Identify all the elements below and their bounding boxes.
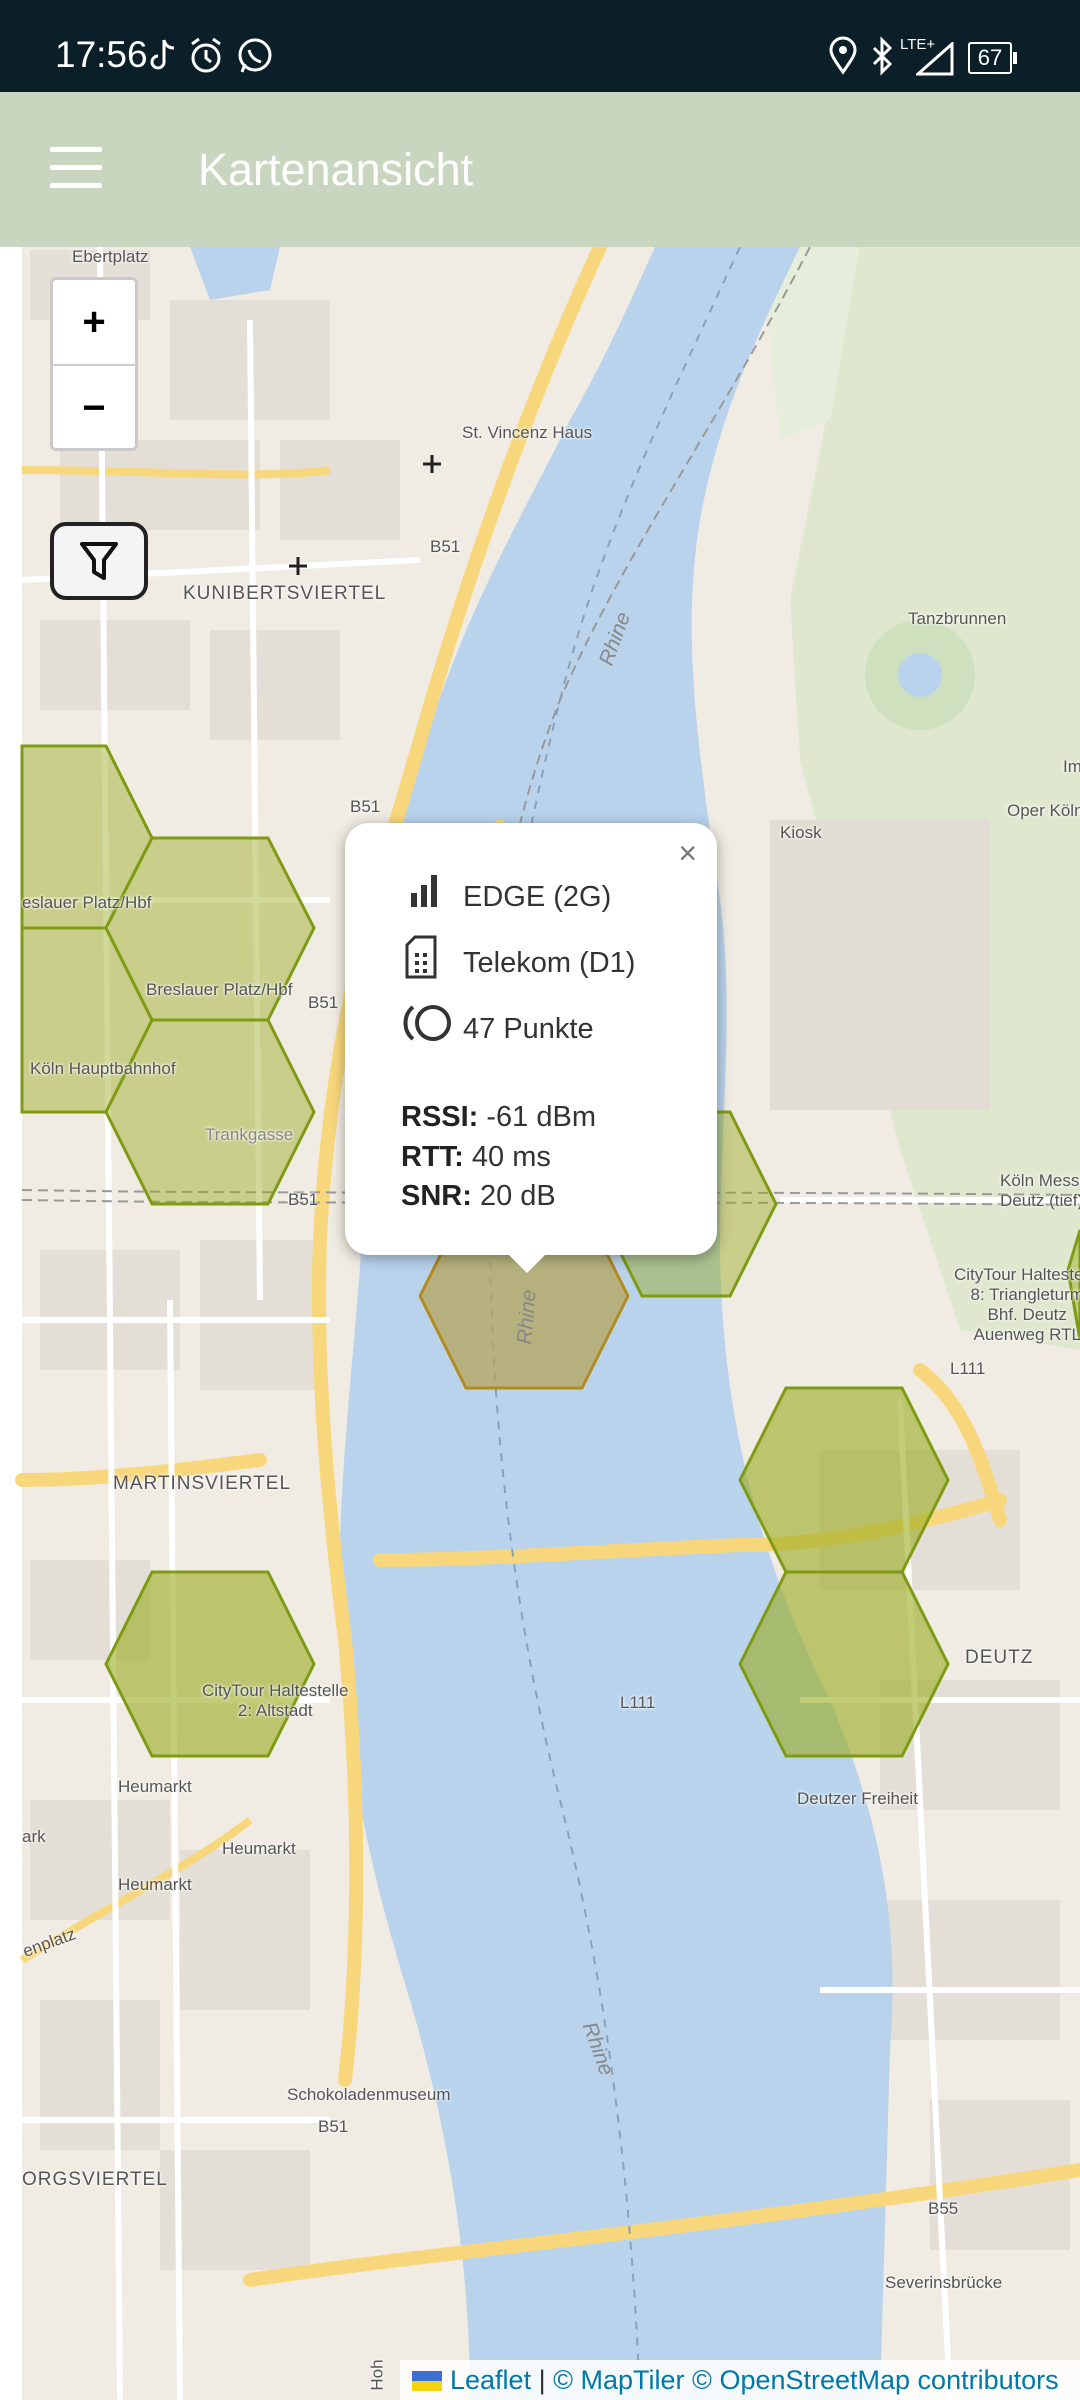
points-icon [403,1005,451,1041]
map-label: B55 [928,2199,959,2218]
map-label: Breslauer Platz/Hbf [146,980,293,999]
map-label: ark [22,1827,46,1846]
app-bar: Kartenansicht [0,92,1080,247]
map-label: L111 [620,1693,656,1712]
operator-name: Telekom (D1) [463,947,636,979]
whatsapp-icon [238,38,272,73]
maptiler-link[interactable]: © MapTiler [553,2365,684,2395]
map-label: MARTINSVIERTEL [113,1473,292,1494]
tiktok-icon [150,39,175,70]
map-label: CityTour Haltestelle 8: Triangleturm Bhf… [954,1265,1080,1344]
alarm-icon [191,37,221,73]
map-label: L111 [950,1359,986,1378]
rssi-stat: RSSI: -61 dBm [401,1101,597,1133]
filter-icon [80,542,118,580]
map-label: Oper Köln [1007,801,1080,820]
map-label: Kiosk [780,823,822,842]
map-label: Heumarkt [222,1839,296,1858]
map-label: Im [1063,757,1080,776]
network-row: EDGE (2G) [401,867,611,919]
map-label: Heumarkt [118,1875,192,1894]
rtt-stat: RTT: 40 ms [401,1141,551,1173]
map-label: St. Vincenz Haus [462,423,593,442]
points-count: 47 Punkte [463,1013,594,1045]
leaflet-link[interactable]: Leaflet [450,2365,531,2395]
map-label: Trankgasse [205,1125,294,1144]
map-label: B51 [308,993,339,1012]
bluetooth-icon [872,36,893,76]
map-label: B51 [430,537,461,556]
map-label: Köln Messe Deutz (tief) [1000,1171,1080,1210]
popup-tip [505,1251,549,1273]
map-label: Tanzbrunnen [908,609,1007,628]
map-label: B51 [350,797,381,816]
close-icon[interactable]: × [678,835,697,872]
map-label: Schokoladenmuseum [287,2085,451,2104]
network-type: EDGE (2G) [463,881,612,913]
sim-card-icon [405,935,437,979]
map-label: eslauer Platz/Hbf [22,893,152,912]
map-label: Köln Hauptbahnhof [30,1059,176,1078]
map-label: Heumarkt [118,1777,192,1796]
map-attribution: Leaflet | © MapTiler © OpenStreetMap con… [400,2360,1080,2400]
map-label: B51 [318,2117,349,2136]
osm-link[interactable]: © OpenStreetMap contributors [692,2365,1059,2395]
map-label: B51 [288,1190,319,1209]
ukraine-flag-icon [412,2371,442,2391]
map-label: Ebertplatz [72,247,149,266]
map-view[interactable]: Ebertplatz St. Vincenz Haus KUNIBERTSVIE… [0,247,1080,2400]
filter-button[interactable] [50,522,148,600]
hamburger-menu-icon[interactable] [50,147,102,189]
lte-signal-icon [916,42,954,76]
snr-stat: SNR: 20 dB [401,1180,556,1212]
location-icon [829,36,857,75]
status-bar: 17:56 LTE+ 67 [0,0,1080,92]
page-title: Kartenansicht [198,144,474,195]
status-time: 17:56 [55,34,148,75]
map-label: KUNIBERTSVIERTEL [183,583,387,604]
map-label: CityTour Haltestelle 2: Altstadt [202,1681,349,1720]
zoom-in-button[interactable]: + [53,280,135,366]
operator-row: Telekom (D1) [401,933,635,989]
map-tiles [0,247,1080,2400]
points-row: 47 Punkte [401,999,594,1055]
battery-icon: 67 [968,42,1017,74]
map-label: Hoh [367,2359,387,2391]
map-label: ORGSVIERTEL [22,2169,168,2190]
map-label: Deutzer Freiheit [797,1789,918,1808]
map-label: DEUTZ [965,1647,1034,1668]
cell-info-popup: × EDGE (2G) Telekom (D1) 47 Punkte RSSI:… [345,823,717,1273]
zoom-out-button[interactable]: − [53,366,135,450]
signal-bars-icon [411,875,437,907]
zoom-control: + − [50,277,138,451]
map-label: Severinsbrücke [885,2273,1003,2292]
map-label: Rhine [513,1288,541,1346]
